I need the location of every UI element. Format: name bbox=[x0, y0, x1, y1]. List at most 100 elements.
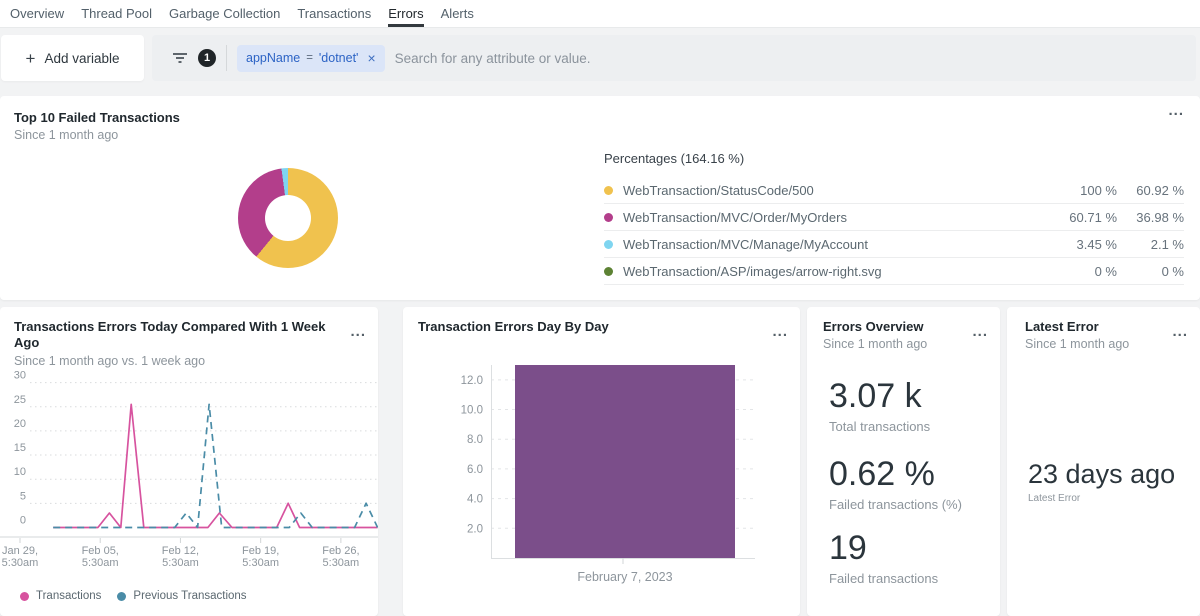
row-pct-of-max: 0 % bbox=[1032, 264, 1117, 279]
panel-latest-error: Latest Error Since 1 month ago ... 23 da… bbox=[1007, 307, 1200, 616]
svg-text:February 7, 2023: February 7, 2023 bbox=[577, 570, 672, 584]
bar-chart: 2.0 4.0 6.0 8.0 10.0 12.0 February 7, 2023 bbox=[403, 307, 800, 616]
stat-failed-pct-value: 0.62 % bbox=[829, 457, 935, 491]
tab-thread-pool[interactable]: Thread Pool bbox=[81, 0, 152, 27]
add-variable-label: Add variable bbox=[44, 51, 119, 66]
stat-total-transactions-label: Total transactions bbox=[829, 419, 930, 434]
legend-item-previous-transactions[interactable]: Previous Transactions bbox=[117, 590, 246, 602]
panel-header: Transaction Errors Day By Day bbox=[418, 319, 770, 335]
tab-garbage-collection[interactable]: Garbage Collection bbox=[169, 0, 280, 27]
svg-text:Feb 19,: Feb 19, bbox=[242, 545, 279, 557]
series-dot-icon bbox=[117, 592, 126, 601]
row-pct: 0 % bbox=[1117, 264, 1184, 279]
row-label: WebTransaction/MVC/Order/MyOrders bbox=[623, 210, 1032, 225]
panel-transactions-errors-compare: Transactions Errors Today Compared With … bbox=[0, 307, 378, 616]
legend-label: Transactions bbox=[36, 590, 101, 602]
stat-failed-count-value: 19 bbox=[829, 531, 867, 565]
panel-header: Transactions Errors Today Compared With … bbox=[14, 319, 348, 368]
panel-subtitle: Since 1 month ago bbox=[823, 337, 970, 351]
panel-errors-overview: Errors Overview Since 1 month ago ... 3.… bbox=[807, 307, 1000, 616]
svg-text:5:30am: 5:30am bbox=[2, 557, 39, 569]
svg-text:4.0: 4.0 bbox=[467, 494, 483, 506]
svg-text:Feb 26,: Feb 26, bbox=[322, 545, 359, 557]
legend-item-transactions[interactable]: Transactions bbox=[20, 590, 101, 602]
panel-header: Top 10 Failed Transactions Since 1 month… bbox=[14, 110, 1170, 142]
tab-errors[interactable]: Errors bbox=[388, 0, 423, 27]
row-pct: 36.98 % bbox=[1117, 210, 1184, 225]
filter-lines-icon bbox=[172, 51, 188, 65]
panel-menu-icon[interactable]: ... bbox=[350, 323, 366, 340]
svg-text:25: 25 bbox=[14, 394, 26, 406]
stat-failed-pct-label: Failed transactions (%) bbox=[829, 497, 962, 512]
legend-label: Previous Transactions bbox=[133, 590, 246, 602]
table-row[interactable]: WebTransaction/MVC/Order/MyOrders 60.71 … bbox=[604, 204, 1184, 231]
panel-header: Errors Overview Since 1 month ago bbox=[823, 319, 970, 351]
svg-text:5:30am: 5:30am bbox=[242, 557, 279, 569]
top-nav: Overview Thread Pool Garbage Collection … bbox=[0, 0, 1200, 28]
donut-hole bbox=[265, 195, 311, 241]
chip-operator: = bbox=[306, 52, 313, 64]
svg-text:5:30am: 5:30am bbox=[323, 557, 360, 569]
chip-value: 'dotnet' bbox=[319, 51, 359, 65]
svg-text:5:30am: 5:30am bbox=[162, 557, 199, 569]
plus-icon: + bbox=[26, 50, 36, 67]
panel-title: Errors Overview bbox=[823, 319, 970, 335]
legend-header: Percentages (164.16 %) bbox=[604, 151, 1184, 166]
series-dot-icon bbox=[604, 267, 613, 276]
filter-count-badge: 1 bbox=[198, 49, 216, 67]
chip-attribute: appName bbox=[246, 51, 300, 65]
panel-menu-icon[interactable]: ... bbox=[772, 323, 788, 340]
latest-error-label: Latest Error bbox=[1028, 493, 1080, 504]
svg-text:15: 15 bbox=[14, 442, 26, 454]
panel-top10-failed-transactions: Top 10 Failed Transactions Since 1 month… bbox=[0, 96, 1200, 300]
chip-remove-icon[interactable]: × bbox=[367, 50, 375, 66]
divider bbox=[226, 45, 227, 71]
row-pct: 60.92 % bbox=[1117, 183, 1184, 198]
row-pct-of-max: 60.71 % bbox=[1032, 210, 1117, 225]
panel-menu-icon[interactable]: ... bbox=[972, 323, 988, 340]
panel-menu-icon[interactable]: ... bbox=[1172, 323, 1188, 340]
donut-legend-table: Percentages (164.16 %) WebTransaction/St… bbox=[604, 151, 1184, 285]
add-variable-button[interactable]: + Add variable bbox=[1, 35, 144, 81]
svg-text:5: 5 bbox=[20, 490, 26, 502]
row-label: WebTransaction/MVC/Manage/MyAccount bbox=[623, 237, 1032, 252]
stat-total-transactions-value: 3.07 k bbox=[829, 379, 922, 413]
svg-text:20: 20 bbox=[14, 418, 26, 430]
filter-bar[interactable]: 1 appName = 'dotnet' × bbox=[152, 35, 1196, 81]
donut-chart[interactable] bbox=[238, 168, 338, 268]
row-label: WebTransaction/StatusCode/500 bbox=[623, 183, 1032, 198]
panel-title: Top 10 Failed Transactions bbox=[14, 110, 1170, 126]
search-input[interactable] bbox=[395, 51, 1184, 66]
tab-alerts[interactable]: Alerts bbox=[441, 0, 474, 27]
series-dot-icon bbox=[604, 186, 613, 195]
row-pct-of-max: 100 % bbox=[1032, 183, 1117, 198]
panel-transaction-errors-day-by-day: Transaction Errors Day By Day ... 2.0 4.0… bbox=[403, 307, 800, 616]
tab-transactions[interactable]: Transactions bbox=[297, 0, 371, 27]
panel-header: Latest Error Since 1 month ago bbox=[1025, 319, 1170, 351]
svg-text:2.0: 2.0 bbox=[467, 523, 483, 535]
series-dot-icon bbox=[604, 213, 613, 222]
table-row[interactable]: WebTransaction/MVC/Manage/MyAccount 3.45… bbox=[604, 231, 1184, 258]
svg-text:10.0: 10.0 bbox=[461, 405, 483, 417]
panel-subtitle: Since 1 month ago vs. 1 week ago bbox=[14, 354, 348, 368]
panel-subtitle: Since 1 month ago bbox=[14, 128, 1170, 142]
svg-text:10: 10 bbox=[14, 466, 26, 478]
svg-text:Feb 12,: Feb 12, bbox=[162, 545, 199, 557]
svg-text:8.0: 8.0 bbox=[467, 434, 483, 446]
table-row[interactable]: WebTransaction/StatusCode/500 100 % 60.9… bbox=[604, 177, 1184, 204]
stat-failed-count-label: Failed transactions bbox=[829, 571, 938, 586]
svg-text:12.0: 12.0 bbox=[461, 375, 483, 387]
panel-menu-icon[interactable]: ... bbox=[1168, 102, 1184, 119]
panel-title: Transaction Errors Day By Day bbox=[418, 319, 770, 335]
row-label: WebTransaction/ASP/images/arrow-right.sv… bbox=[623, 264, 1032, 279]
svg-text:Jan 29,: Jan 29, bbox=[2, 545, 38, 557]
series-dot-icon bbox=[20, 592, 29, 601]
row-pct-of-max: 3.45 % bbox=[1032, 237, 1117, 252]
svg-text:30: 30 bbox=[14, 370, 26, 382]
panel-title: Latest Error bbox=[1025, 319, 1170, 335]
table-row[interactable]: WebTransaction/ASP/images/arrow-right.sv… bbox=[604, 258, 1184, 285]
svg-text:Feb 05,: Feb 05, bbox=[82, 545, 119, 557]
tab-overview[interactable]: Overview bbox=[10, 0, 64, 27]
filter-chip-appname[interactable]: appName = 'dotnet' × bbox=[237, 45, 385, 72]
svg-text:6.0: 6.0 bbox=[467, 464, 483, 476]
